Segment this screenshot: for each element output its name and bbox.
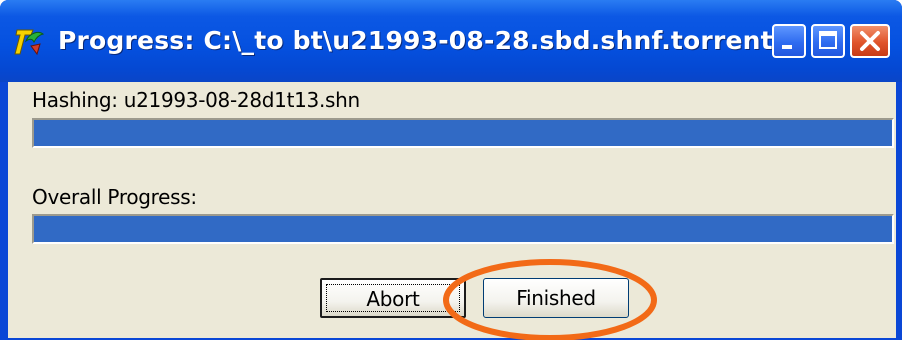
overall-progress-bar xyxy=(32,214,894,244)
window-title: Progress: C:\_to bt\u21993-08-28.sbd.shn… xyxy=(58,26,773,55)
maximize-icon xyxy=(819,31,837,49)
title-bar[interactable]: Progress: C:\_to bt\u21993-08-28.sbd.shn… xyxy=(0,0,902,82)
annotation-ellipse xyxy=(443,259,657,340)
hashing-progress-fill xyxy=(34,120,892,146)
abort-button-label: Abort xyxy=(366,287,420,311)
close-icon xyxy=(860,31,880,51)
bittorrent-7-icon xyxy=(14,29,45,56)
minimize-button[interactable] xyxy=(772,24,806,58)
close-button[interactable] xyxy=(850,24,890,58)
highlight-ellipse-annotation xyxy=(443,259,657,340)
overall-progress-fill xyxy=(34,216,892,242)
hashing-progress-bar xyxy=(32,118,894,148)
hashing-label: Hashing: u21993-08-28d1t13.shn xyxy=(32,88,360,112)
minimize-icon xyxy=(782,45,792,49)
maximize-button[interactable] xyxy=(811,24,845,58)
overall-progress-label: Overall Progress: xyxy=(32,185,197,209)
